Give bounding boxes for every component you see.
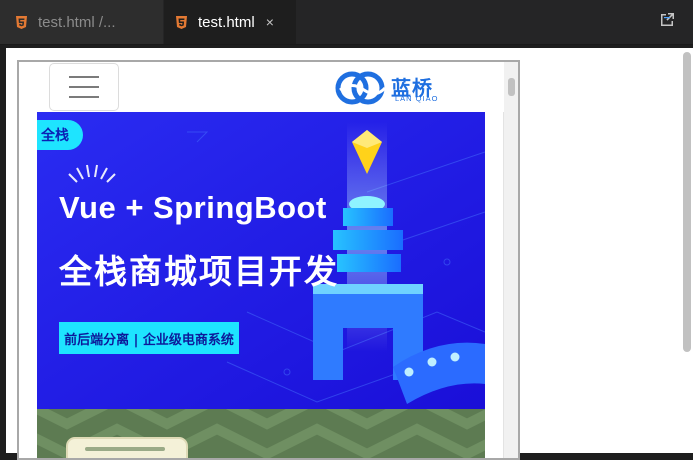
course-banner[interactable]: 全栈 Vue + SpringBoot 全栈商城项目开发 前后端分离 | 企业级… — [37, 112, 485, 409]
next-banner[interactable] — [37, 409, 485, 458]
preview-pane: 蓝桥 LAN QIAO 全栈 Vue + SpringBoot 全栈商城项目开发… — [6, 48, 693, 460]
tab-test-html-active[interactable]: test.html × — [164, 0, 296, 44]
lanqiao-logo[interactable]: 蓝桥 LAN QIAO — [335, 69, 455, 107]
tab-label: test.html — [198, 13, 255, 31]
tab-test-html-other[interactable]: test.html /... — [0, 0, 163, 44]
editor-tab-bar: test.html /... test.html × — [0, 0, 693, 45]
banner-headline-en: Vue + SpringBoot — [59, 190, 327, 225]
html5-file-icon — [176, 15, 187, 29]
lanqiao-logo-mark — [335, 71, 387, 105]
banner-tag: 全栈 — [37, 120, 83, 150]
viewport-scrollbar-thumb[interactable] — [508, 78, 515, 96]
hamburger-menu-icon[interactable] — [49, 63, 119, 111]
logo-english-text: LAN QIAO — [395, 94, 439, 103]
html5-file-icon — [16, 15, 27, 29]
next-banner-artwork — [37, 409, 485, 458]
mobile-viewport: 蓝桥 LAN QIAO 全栈 Vue + SpringBoot 全栈商城项目开发… — [17, 60, 520, 460]
site-navbar: 蓝桥 LAN QIAO — [19, 62, 504, 112]
banner-headline-cn: 全栈商城项目开发 — [59, 252, 339, 291]
open-preview-icon[interactable] — [657, 10, 677, 30]
tab-label: test.html /... — [38, 13, 116, 31]
banner-subtitle: 前后端分离 | 企业级电商系统 — [59, 322, 239, 354]
preview-scrollbar[interactable] — [683, 52, 691, 352]
viewport-scrollbar-track[interactable] — [503, 62, 518, 458]
close-icon[interactable]: × — [266, 14, 274, 30]
